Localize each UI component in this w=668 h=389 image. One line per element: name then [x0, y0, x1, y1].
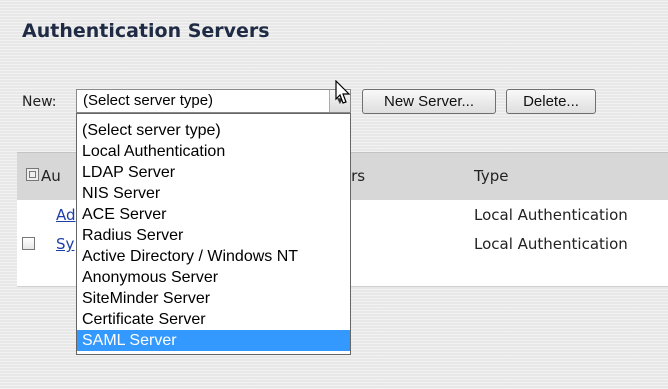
- dropdown-option[interactable]: Local Authentication: [77, 141, 350, 162]
- page-title: Authentication Servers: [22, 20, 270, 42]
- server-link[interactable]: Ad: [56, 206, 76, 224]
- mouse-cursor-icon: [335, 80, 351, 104]
- server-link[interactable]: Sy: [56, 235, 74, 253]
- dropdown-option[interactable]: (Select server type): [77, 120, 350, 141]
- dropdown-option[interactable]: Certificate Server: [77, 309, 350, 330]
- new-label: New:: [22, 94, 57, 110]
- dropdown-option[interactable]: ACE Server: [77, 204, 350, 225]
- delete-button[interactable]: Delete...: [506, 89, 596, 114]
- header-type[interactable]: Type: [474, 167, 508, 185]
- server-type-dropdown-list[interactable]: (Select server type) Local Authenticatio…: [76, 113, 351, 355]
- server-type-select-value: (Select server type): [83, 92, 214, 109]
- dropdown-option[interactable]: Anonymous Server: [77, 267, 350, 288]
- server-type: Local Authentication: [474, 235, 628, 253]
- dropdown-option-highlighted[interactable]: SAML Server: [77, 330, 350, 351]
- select-all-checkbox[interactable]: [26, 168, 39, 181]
- server-type-select[interactable]: (Select server type) ▼: [76, 89, 351, 113]
- dropdown-option[interactable]: Radius Server: [77, 225, 350, 246]
- server-type: Local Authentication: [474, 206, 628, 224]
- dropdown-option[interactable]: Active Directory / Windows NT: [77, 246, 350, 267]
- new-server-button[interactable]: New Server...: [362, 89, 496, 114]
- dropdown-option[interactable]: LDAP Server: [77, 162, 350, 183]
- header-name[interactable]: Au: [41, 167, 61, 185]
- dropdown-option[interactable]: SiteMinder Server: [77, 288, 350, 309]
- dropdown-option[interactable]: NIS Server: [77, 183, 350, 204]
- row-checkbox[interactable]: [22, 237, 35, 250]
